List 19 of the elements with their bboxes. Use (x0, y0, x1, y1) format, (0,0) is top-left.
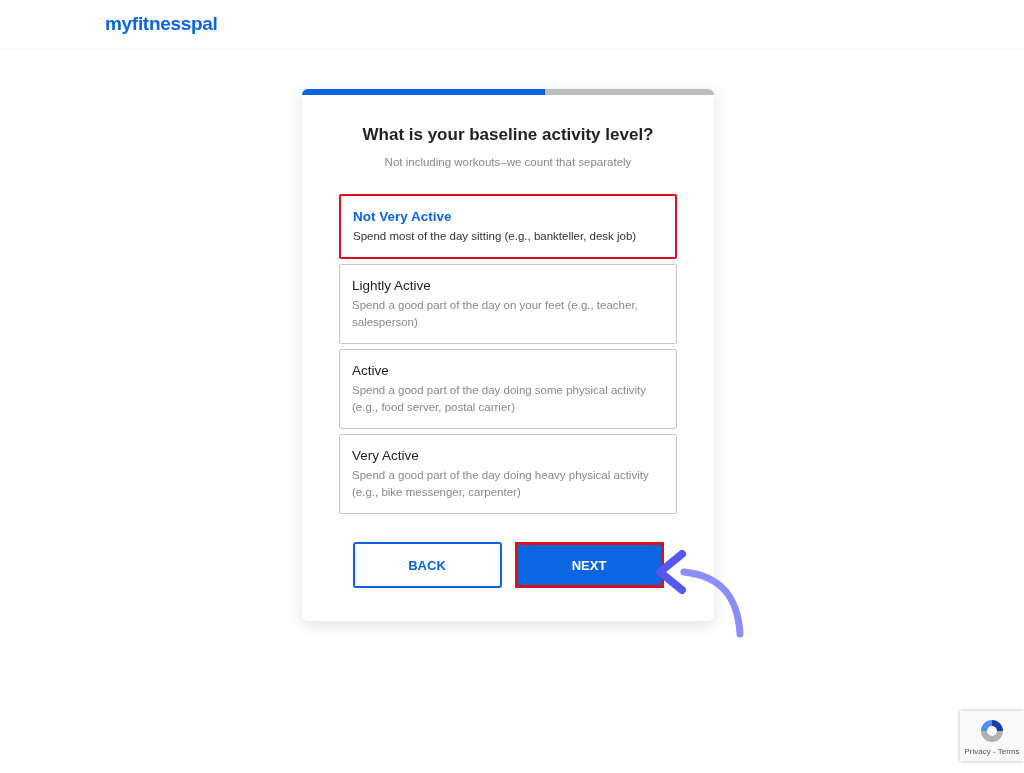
privacy-terms-text[interactable]: Privacy - Terms (964, 746, 1020, 756)
next-button[interactable]: NEXT (514, 542, 664, 588)
activity-option[interactable]: Not Very Active Spend most of the day sitting (e.g., bankteller, desk job) (339, 194, 677, 259)
option-description: Spend a good part of the day on your feet (e.g., teacher, salesperson) (352, 298, 639, 330)
option-description: Spend most of the day sitting (e.g., bankteller, desk job) (353, 229, 638, 244)
option-label: Lightly Active (352, 278, 432, 293)
activity-option[interactable]: Lightly Active Spend a good part of the day on your feet (e.g., teacher, salesperson) (339, 264, 677, 344)
activity-option[interactable]: Active Spend a good part of the day doing some physical activity (e.g., food server, postal carrier) (339, 349, 677, 429)
recaptcha-badge[interactable]: Privacy - Terms (960, 711, 1024, 761)
option-label: Very Active (352, 448, 420, 463)
back-button[interactable]: BACK (352, 542, 502, 588)
question-title: What is your baseline activity level? (361, 125, 655, 145)
logo[interactable]: myfitnesspal (105, 13, 218, 35)
option-description: Spend a good part of the day doing heavy physical activity (e.g., bike messenger, carpenter) (352, 468, 650, 500)
option-label: Active (352, 363, 390, 378)
activity-option[interactable]: Very Active Spend a good part of the day doing heavy physical activity (e.g., bike messenger, carpenter) (339, 434, 677, 514)
question-subtitle: Not including workouts–we count that separately (383, 156, 633, 168)
option-label: Not Very Active (353, 209, 453, 224)
option-description: Spend a good part of the day doing some physical activity (e.g., food server, postal carrier) (352, 383, 648, 415)
